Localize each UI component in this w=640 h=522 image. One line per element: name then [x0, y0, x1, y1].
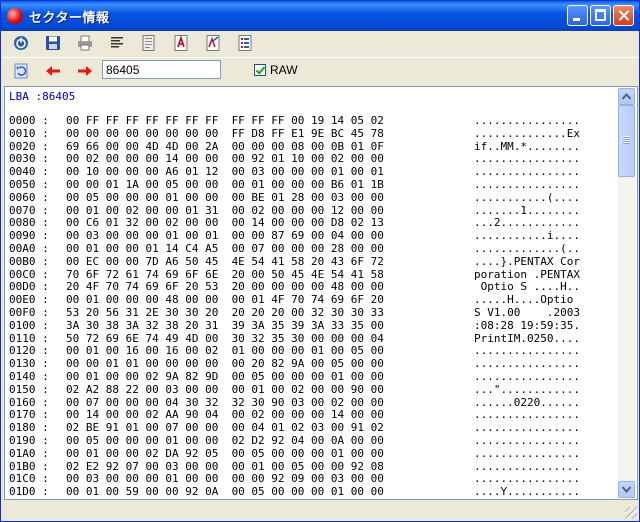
hex-row-offset: 00A0 : [9, 241, 49, 255]
hex-row-ascii: ..."............ [474, 382, 580, 396]
hex-row: 0050 : 00 00 01 1A 00 05 00 00 00 01 00 0… [9, 177, 580, 192]
print-icon[interactable] [76, 34, 94, 52]
lba-heading: LBA :86405 [9, 90, 76, 103]
hex-row-ascii: ................ [474, 369, 580, 383]
main-toolbar [2, 31, 639, 57]
hex-row-ascii: S V1.00 .2003 [474, 305, 580, 319]
hex-row-bytes: 00 01 00 00 01 14 C4 A5 00 07 00 00 00 2… [66, 241, 384, 255]
hex-row-offset: 0180 : [9, 421, 49, 435]
list-text-icon[interactable] [108, 34, 126, 52]
title-bar[interactable]: セクター情報 [1, 1, 639, 31]
hex-row-ascii: ................ [474, 177, 580, 191]
hex-row-offset: 00B0 : [9, 254, 49, 268]
refresh-page-icon[interactable] [12, 62, 30, 80]
hex-row-offset: 0000 : [9, 114, 49, 127]
navigation-toolbar: RAW [2, 57, 639, 86]
hex-row: 0150 : 02 A2 88 22 00 03 00 00 00 01 00 0… [9, 382, 580, 397]
hex-row-offset: 0050 : [9, 177, 49, 191]
close-button[interactable] [613, 5, 634, 26]
hex-row: 01D0 : 00 01 00 59 00 00 92 0A 00 05 00 0… [9, 485, 580, 499]
hex-row-bytes: 02 A2 88 22 00 03 00 00 00 01 00 02 00 0… [66, 382, 384, 396]
hex-row-offset: 0060 : [9, 190, 49, 204]
hex-row-ascii: ................ [474, 433, 580, 447]
hex-row-bytes: 53 20 56 31 2E 30 30 20 20 20 20 00 32 3… [66, 305, 384, 319]
hex-row: 00F0 : 53 20 56 31 2E 30 30 20 20 20 20 0… [9, 305, 580, 320]
hex-row: 0010 : 00 00 00 00 00 00 00 00 FF D8 FF E… [9, 126, 580, 141]
lba-input[interactable] [102, 60, 221, 79]
hex-row-offset: 0010 : [9, 126, 49, 140]
spreadsheet-icon[interactable] [236, 34, 254, 52]
hex-row-ascii: :08:28 19:59:35. [474, 318, 580, 332]
status-bar [2, 501, 639, 521]
hex-row-ascii: ....}.PENTAX Cor [474, 254, 580, 268]
hex-row: 0190 : 00 05 00 00 00 01 00 00 02 D2 92 0… [9, 433, 580, 448]
scroll-thumb[interactable] [618, 105, 635, 177]
hex-row: 00A0 : 00 01 00 00 01 14 C4 A5 00 07 00 0… [9, 241, 580, 256]
app-icon [7, 8, 23, 24]
hex-row-ascii: ................ [474, 114, 580, 127]
hex-row-bytes: 00 01 00 59 00 00 92 0A 00 05 00 00 00 0… [66, 485, 384, 499]
hex-row-bytes: 00 00 00 00 00 00 00 00 FF D8 FF E1 9E B… [66, 126, 384, 140]
hex-row-bytes: 00 01 00 00 02 DA 92 05 00 05 00 00 00 0… [66, 446, 384, 460]
hex-row: 0180 : 02 BE 91 01 00 07 00 00 00 04 01 0… [9, 421, 580, 435]
hex-row: 01A0 : 00 01 00 00 02 DA 92 05 00 05 00 0… [9, 446, 580, 461]
next-sector-icon[interactable] [76, 62, 94, 80]
maximize-button[interactable] [590, 5, 611, 26]
hex-row-offset: 01A0 : [9, 446, 49, 460]
sector-dump-view[interactable]: LBA :86405 0000 : 00 FF FF FF FF FF FF FF… [4, 86, 638, 500]
hex-row-ascii: ...........(.... [474, 190, 580, 204]
hex-row-ascii: .............(.. [474, 241, 580, 255]
raw-label: RAW [270, 63, 298, 77]
pdf-export-icon[interactable] [204, 34, 222, 52]
hex-row-offset: 0140 : [9, 369, 49, 383]
hex-row: 0060 : 00 05 00 00 00 01 00 00 00 BE 01 2… [9, 190, 580, 205]
hex-row: 00B0 : 00 EC 00 00 7D A6 50 45 4E 54 41 5… [9, 254, 580, 269]
hex-row-bytes: 00 01 00 00 02 9A 82 9D 00 05 00 00 00 0… [66, 369, 384, 383]
hex-row-ascii: ................ [474, 421, 580, 435]
pdf-icon[interactable] [172, 34, 190, 52]
scroll-down-button[interactable] [618, 481, 635, 498]
hex-row-bytes: 3A 30 38 3A 32 38 20 31 39 3A 35 39 3A 3… [66, 318, 384, 332]
vertical-scrollbar[interactable] [618, 88, 635, 498]
save-icon[interactable] [44, 34, 62, 52]
resize-grip[interactable] [625, 507, 637, 519]
hex-row-offset: 01D0 : [9, 485, 49, 499]
hex-row-bytes: 02 BE 91 01 00 07 00 00 00 04 01 02 03 0… [66, 421, 384, 435]
hex-row-ascii: ..............Ex [474, 126, 580, 140]
sector-info-window: セクター情報 86405 RAW LBA:86405 0000: 00 FF… [0, 0, 640, 522]
hex-row: 0000 : 00 FF FF FF FF FF FF FF FF FF FF 0… [9, 114, 580, 128]
hex-dump: 0000 : 00 FF FF FF FF FF FF FF FF FF FF 0… [9, 114, 580, 499]
hex-row-offset: 0100 : [9, 318, 49, 332]
hex-row: 0140 : 00 01 00 00 02 9A 82 9D 00 05 00 0… [9, 369, 580, 384]
minimize-button[interactable] [567, 5, 588, 26]
raw-checkbox[interactable] [254, 64, 266, 76]
hex-row-bytes: 00 FF FF FF FF FF FF FF FF FF FF 00 19 1… [66, 114, 384, 127]
hex-row: 0100 : 3A 30 38 3A 32 38 20 31 39 3A 35 3… [9, 318, 580, 333]
window-title: セクター情報 [29, 11, 110, 26]
previous-sector-icon[interactable] [44, 62, 62, 80]
power-icon[interactable] [12, 34, 30, 52]
document-icon[interactable] [140, 34, 158, 52]
hex-row-bytes: 00 EC 00 00 7D A6 50 45 4E 54 41 58 20 4… [66, 254, 384, 268]
hex-row-offset: 00F0 : [9, 305, 49, 319]
hex-row-ascii: ................ [474, 446, 580, 460]
hex-row-offset: 0190 : [9, 433, 49, 447]
hex-row-ascii: ....Y........... [474, 485, 580, 499]
hex-row-bytes: 00 05 00 00 00 01 00 00 00 BE 01 28 00 0… [66, 190, 384, 204]
hex-row-offset: 0150 : [9, 382, 49, 396]
hex-row-bytes: 00 05 00 00 00 01 00 00 02 D2 92 04 00 0… [66, 433, 384, 447]
scroll-up-button[interactable] [618, 88, 635, 105]
hex-row-bytes: 00 00 01 1A 00 05 00 00 00 01 00 00 00 B… [66, 177, 384, 191]
